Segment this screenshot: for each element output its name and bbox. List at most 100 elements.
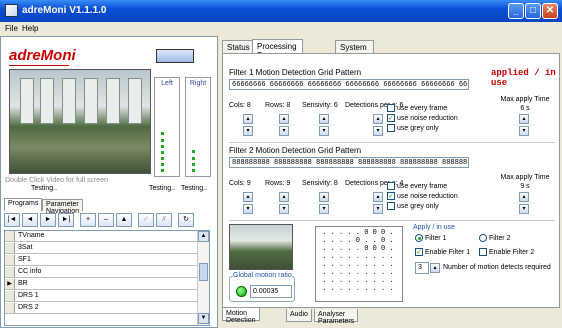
filter2-det-spinner-down[interactable]: ▾ (373, 204, 383, 214)
divider (229, 142, 555, 143)
global-motion-ratio-value: 0.00035 (250, 285, 292, 298)
audio-meter-left: Left (154, 77, 180, 177)
scroll-up-icon[interactable]: ▲ (198, 231, 209, 242)
applied-status: applied / in use (491, 68, 556, 88)
close-button[interactable]: ✕ (542, 3, 558, 19)
next-record-button[interactable]: ► (40, 213, 56, 227)
filter1-rows-spinner[interactable]: ▴ (279, 114, 289, 124)
capture-device-icon[interactable] (156, 49, 194, 63)
meter-right-bars (192, 150, 206, 172)
apply-group: Apply / in use Filter 1 Filter 2 ✓ Enable… (411, 224, 561, 286)
filter2-max-spinner[interactable]: ▴ (519, 192, 529, 202)
filter1-radio[interactable]: Filter 1 (415, 234, 446, 242)
filter2-grey-checkbox[interactable]: use grey only (387, 202, 439, 210)
tab-programs[interactable]: Programs (4, 198, 43, 211)
video-thumbnail (229, 224, 293, 270)
filter1-sens-spinner-down[interactable]: ▾ (319, 126, 329, 136)
status-text-1: Testing.. (31, 185, 58, 192)
filter2-noise-checkbox[interactable]: ✓ use noise reduction (387, 192, 458, 200)
filter1-max-spinner-down[interactable]: ▾ (519, 126, 529, 136)
filter1-grey-checkbox[interactable]: use grey only (387, 124, 439, 132)
enable-filter1-checkbox[interactable]: ✓ Enable Filter 1 (415, 248, 470, 256)
prior-record-button[interactable]: ◄ (22, 213, 38, 227)
tab-processing-parameters[interactable]: Processing Parameters (252, 39, 304, 60)
meter-left-bars (161, 132, 175, 172)
filter1-det-spinner-down[interactable]: ▾ (373, 126, 383, 136)
tab-status[interactable]: Status (222, 40, 255, 54)
table-row[interactable]: DRS 2 (5, 303, 197, 314)
logo-underline (9, 65, 69, 66)
last-record-button[interactable]: ►| (58, 213, 74, 227)
navigator-toolbar: |◄ ◄ ► ►| + – ▲ ✓ ✗ ↻ (4, 213, 216, 228)
filter2-cols-spinner[interactable]: ▴ (243, 192, 253, 202)
filter1-sens-spinner[interactable]: ▴ (319, 114, 329, 124)
title-bar: adreMoni V1.1.1.0 _ □ ✕ (0, 0, 562, 22)
filter1-cols-spinner-down[interactable]: ▾ (243, 126, 253, 136)
tab-parameter-navigation[interactable]: Parameter Navigation (42, 199, 84, 215)
first-record-button[interactable]: |◄ (4, 213, 20, 227)
post-record-button[interactable]: ✓ (138, 213, 154, 227)
motion-grid-display: . . . . . 0 0 0 . . . . . 0 . . 0 . . . … (315, 226, 403, 302)
scroll-down-icon[interactable]: ▼ (198, 313, 209, 324)
filter2-sens-spinner-down[interactable]: ▾ (319, 204, 329, 214)
motion-count-field[interactable]: 3 (415, 262, 429, 274)
meter-right-label: Right (189, 80, 207, 87)
global-motion-ratio-group: Global motion ratio 0.00035 (229, 272, 295, 302)
table-row[interactable]: SF1 (5, 255, 197, 266)
filter1-every-frame-checkbox[interactable]: use every frame (387, 104, 447, 112)
filter2-det-spinner[interactable]: ▴ (373, 192, 383, 202)
video-preview[interactable] (9, 69, 151, 174)
table-row[interactable]: TVname (5, 231, 197, 242)
filter2-max-spinner-down[interactable]: ▾ (519, 204, 529, 214)
scroll-thumb[interactable] (199, 263, 208, 281)
table-row[interactable]: DRS 1 (5, 291, 197, 302)
tab-system-settings[interactable]: System Settings (335, 40, 374, 61)
table-row[interactable]: 3Sat (5, 243, 197, 254)
insert-record-button[interactable]: + (80, 213, 96, 227)
radio-icon (415, 234, 423, 242)
delete-record-button[interactable]: – (98, 213, 114, 227)
filter2-cols-spinner-down[interactable]: ▾ (243, 204, 253, 214)
minimize-button[interactable]: _ (508, 3, 524, 19)
table-row-selected[interactable]: ▶ BR (5, 279, 197, 290)
motion-count-spinner[interactable]: ▴ (430, 263, 440, 273)
filter2-pattern-field[interactable]: 888888888 888888888 888888888 888888888 … (229, 157, 469, 168)
filter1-cols: Cols: 8 (229, 102, 251, 109)
tab-analyser-parameters[interactable]: Analyser Parameters (314, 309, 359, 325)
filter2-rows-spinner[interactable]: ▴ (279, 192, 289, 202)
enable-filter2-checkbox[interactable]: Enable Filter 2 (479, 248, 534, 256)
menu-file[interactable]: File (5, 24, 18, 33)
filter1-rows: Rows: 8 (265, 102, 291, 109)
app-icon (5, 4, 18, 17)
window-title: adreMoni V1.1.1.0 (22, 5, 107, 16)
menu-help[interactable]: Help (22, 24, 38, 33)
table-row[interactable]: CC info (5, 267, 197, 278)
filter1-det-spinner[interactable]: ▴ (373, 114, 383, 124)
filter2-rows-spinner-down[interactable]: ▾ (279, 204, 289, 214)
filter2-every-frame-checkbox[interactable]: use every frame (387, 182, 447, 190)
grid-scrollbar[interactable]: ▲ ▼ (197, 231, 209, 325)
filter1-max-spinner[interactable]: ▴ (519, 114, 529, 124)
filter1-rows-spinner-down[interactable]: ▾ (279, 126, 289, 136)
cancel-record-button[interactable]: ✗ (156, 213, 172, 227)
edit-record-button[interactable]: ▲ (116, 213, 132, 227)
fullscreen-hint: Double Click Video for full screen (5, 177, 108, 184)
refresh-button[interactable]: ↻ (178, 213, 194, 227)
filter2-radio[interactable]: Filter 2 (479, 234, 510, 242)
tab-audio[interactable]: Audio (286, 309, 312, 322)
programs-grid: TVname 3Sat SF1 CC info ▶ BR DRS 1 DRS 2 … (4, 230, 210, 326)
filter1-noise-checkbox[interactable]: ✓ use noise reduction (387, 114, 458, 122)
filter2-max-value: 9 s (520, 183, 530, 190)
filter1-max-value: 6 s (520, 105, 530, 112)
filter2-rows: Rows: 9 (265, 180, 291, 187)
filter2-cols: Cols: 9 (229, 180, 251, 187)
maximize-button[interactable]: □ (525, 3, 541, 19)
tab-motion-detection[interactable]: Motion Detection (222, 308, 260, 324)
filter1-pattern-field[interactable]: 66666666 66666666 66666666 66666666 6666… (229, 79, 469, 90)
filter2-sens-spinner[interactable]: ▴ (319, 192, 329, 202)
filter1-cols-spinner[interactable]: ▴ (243, 114, 253, 124)
left-pane: adreMoni Left Right Double Click Video f… (0, 36, 218, 328)
meter-left-label: Left (161, 80, 173, 87)
app-logo: adreMoni (9, 47, 76, 64)
global-motion-ratio-label: Global motion ratio (233, 272, 292, 279)
